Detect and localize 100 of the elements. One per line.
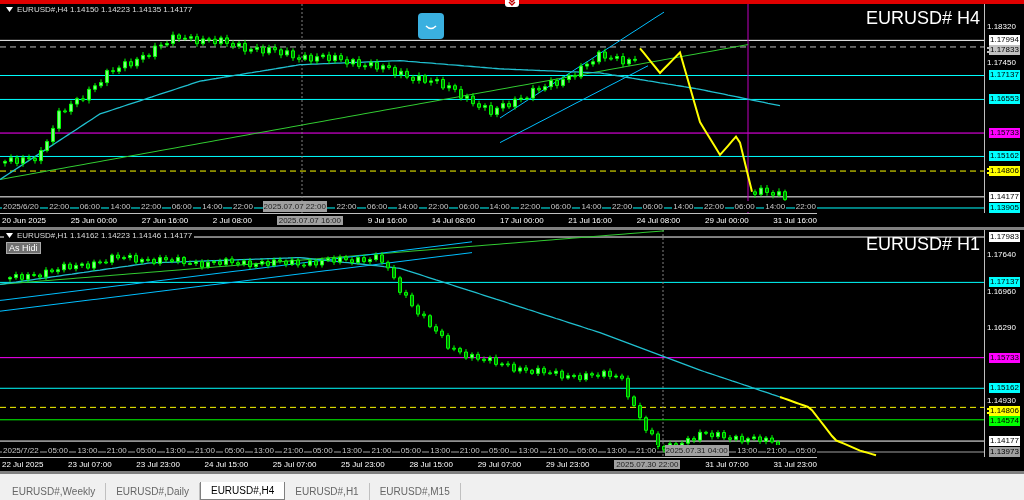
chart-title: EURUSD# H1 xyxy=(865,234,980,255)
time-label: 22:00 xyxy=(427,201,450,212)
time-label: 31 Jul 07:00 xyxy=(705,460,749,469)
time-label: 21:00 xyxy=(282,445,305,456)
time-label: 2025.07.07 22:00 xyxy=(262,201,327,212)
time-label: 14:00 xyxy=(580,201,603,212)
price-marker: 1.15162 xyxy=(987,383,1020,394)
price-marker: 1.15733 xyxy=(987,128,1020,139)
price-marker: 1.14806 xyxy=(987,166,1020,177)
time-label: 13:00 xyxy=(429,445,452,456)
time-label: 14:00 xyxy=(672,201,695,212)
time-label: 06:00 xyxy=(366,201,389,212)
time-label: 29 Jul 23:00 xyxy=(545,460,590,469)
price-label: 1.16290 xyxy=(987,322,1016,333)
time-label: 13:00 xyxy=(252,445,275,456)
time-label: 14:00 xyxy=(396,201,419,212)
time-label: 06:00 xyxy=(641,201,664,212)
time-label: 20 Jun 2025 xyxy=(2,216,47,225)
time-label: 22:00 xyxy=(140,201,163,212)
smile-icon[interactable] xyxy=(418,13,444,39)
time-label: 06:00 xyxy=(170,201,193,212)
price-marker: 1.15162 xyxy=(987,151,1020,162)
collapse-triangle-icon[interactable] xyxy=(6,233,13,238)
time-label: 2025.07.07 16:00 xyxy=(276,216,343,225)
time-label: 22:00 xyxy=(702,201,725,212)
time-label: 2025.07.31 04:00 xyxy=(664,445,729,456)
time-label: 05:00 xyxy=(488,445,511,456)
time-label: 21:00 xyxy=(458,445,481,456)
time-label: 31 Jul 16:00 xyxy=(773,216,817,225)
price-label: 1.17640 xyxy=(987,250,1016,261)
time-label: 25 Jun 00:00 xyxy=(70,216,118,225)
time-label: 2025.07.30 22:00 xyxy=(614,460,681,469)
time-label: 25 Jul 07:00 xyxy=(272,460,317,469)
time-label: 24 Jul 08:00 xyxy=(636,216,681,225)
chart-header: EURUSD#,H4 1.14150 1.14223 1.14135 1.14177 xyxy=(17,5,193,14)
price-label: 1.16960 xyxy=(987,287,1016,298)
time-label: 14:00 xyxy=(109,201,132,212)
time-label: 06:00 xyxy=(549,201,572,212)
time-label: 22 Jul 2025 xyxy=(2,460,44,469)
time-label: 22:00 xyxy=(611,201,634,212)
time-label: 13:00 xyxy=(517,445,540,456)
time-label: 31 Jul 23:00 xyxy=(773,460,817,469)
time-label: 06:00 xyxy=(457,201,480,212)
time-label: 24 Jul 15:00 xyxy=(204,460,249,469)
double-arrow-icon[interactable] xyxy=(505,0,519,7)
time-label: 22:00 xyxy=(335,201,358,212)
price-label: 1.18320 xyxy=(987,22,1016,32)
chart-header: EURUSD#,H1 1.14162 1.14223 1.14146 1.14177 xyxy=(17,231,193,240)
price-marker: 1.14177 xyxy=(987,191,1020,202)
time-label: 06:00 xyxy=(78,201,101,212)
time-label: 29 Jul 00:00 xyxy=(705,216,749,225)
time-label: 05:00 xyxy=(135,445,158,456)
time-label: 05:00 xyxy=(311,445,334,456)
price-marker: 1.14574 xyxy=(987,415,1020,426)
time-label: 05:00 xyxy=(576,445,599,456)
time-label: 13:00 xyxy=(341,445,364,456)
price-label: 1.14930 xyxy=(987,395,1016,406)
price-marker: 1.17137 xyxy=(987,277,1020,288)
time-label: 22:00 xyxy=(231,201,254,212)
price-marker: 1.17983 xyxy=(987,232,1020,242)
chart-tab[interactable]: EURUSD#,H4 xyxy=(199,482,286,500)
price-marker: 1.15733 xyxy=(987,352,1020,363)
time-label: 14:00 xyxy=(764,201,787,212)
price-marker: 1.17833 xyxy=(987,45,1020,56)
price-marker: 1.17137 xyxy=(987,70,1020,81)
time-label: 13:00 xyxy=(736,445,759,456)
time-label: 21:00 xyxy=(105,445,128,456)
price-marker: 1.16553 xyxy=(987,94,1020,105)
collapse-triangle-icon[interactable] xyxy=(6,7,13,12)
time-label: 06:00 xyxy=(733,201,756,212)
time-label: 05:00 xyxy=(794,445,817,456)
chart-title: EURUSD# H4 xyxy=(865,8,980,29)
time-label: 22:00 xyxy=(794,201,817,212)
time-label: 22:00 xyxy=(48,201,71,212)
time-label: 28 Jul 15:00 xyxy=(409,460,453,469)
time-label: 05:00 xyxy=(46,445,69,456)
time-label: 21:00 xyxy=(194,445,217,456)
time-label: 13:00 xyxy=(164,445,187,456)
time-label: 27 Jun 16:00 xyxy=(141,216,189,225)
time-label: 05:00 xyxy=(399,445,422,456)
chart-button[interactable]: As Hidi xyxy=(6,242,41,254)
time-label: 21:00 xyxy=(370,445,393,456)
time-label: 21 Jul 16:00 xyxy=(568,216,612,225)
time-label: 2025/7/22 xyxy=(2,445,40,456)
time-label: 21:00 xyxy=(635,445,658,456)
time-label: 2025/6/20 xyxy=(2,201,40,212)
time-label: 14:00 xyxy=(488,201,511,212)
time-label: 13:00 xyxy=(605,445,628,456)
time-label: 21:00 xyxy=(546,445,569,456)
time-label: 14:00 xyxy=(201,201,224,212)
time-label: 05:00 xyxy=(223,445,246,456)
time-label: 2 Jul 08:00 xyxy=(212,216,252,225)
time-label: 13:00 xyxy=(76,445,99,456)
price-marker: 1.13905 xyxy=(987,203,1020,213)
time-label: 23 Jul 23:00 xyxy=(136,460,180,469)
time-label: 17 Jul 00:00 xyxy=(500,216,544,225)
time-label: 22:00 xyxy=(519,201,542,212)
time-label: 29 Jul 07:00 xyxy=(477,460,522,469)
price-label: 1.17450 xyxy=(987,57,1016,68)
price-marker: 1.13973 xyxy=(987,447,1020,457)
